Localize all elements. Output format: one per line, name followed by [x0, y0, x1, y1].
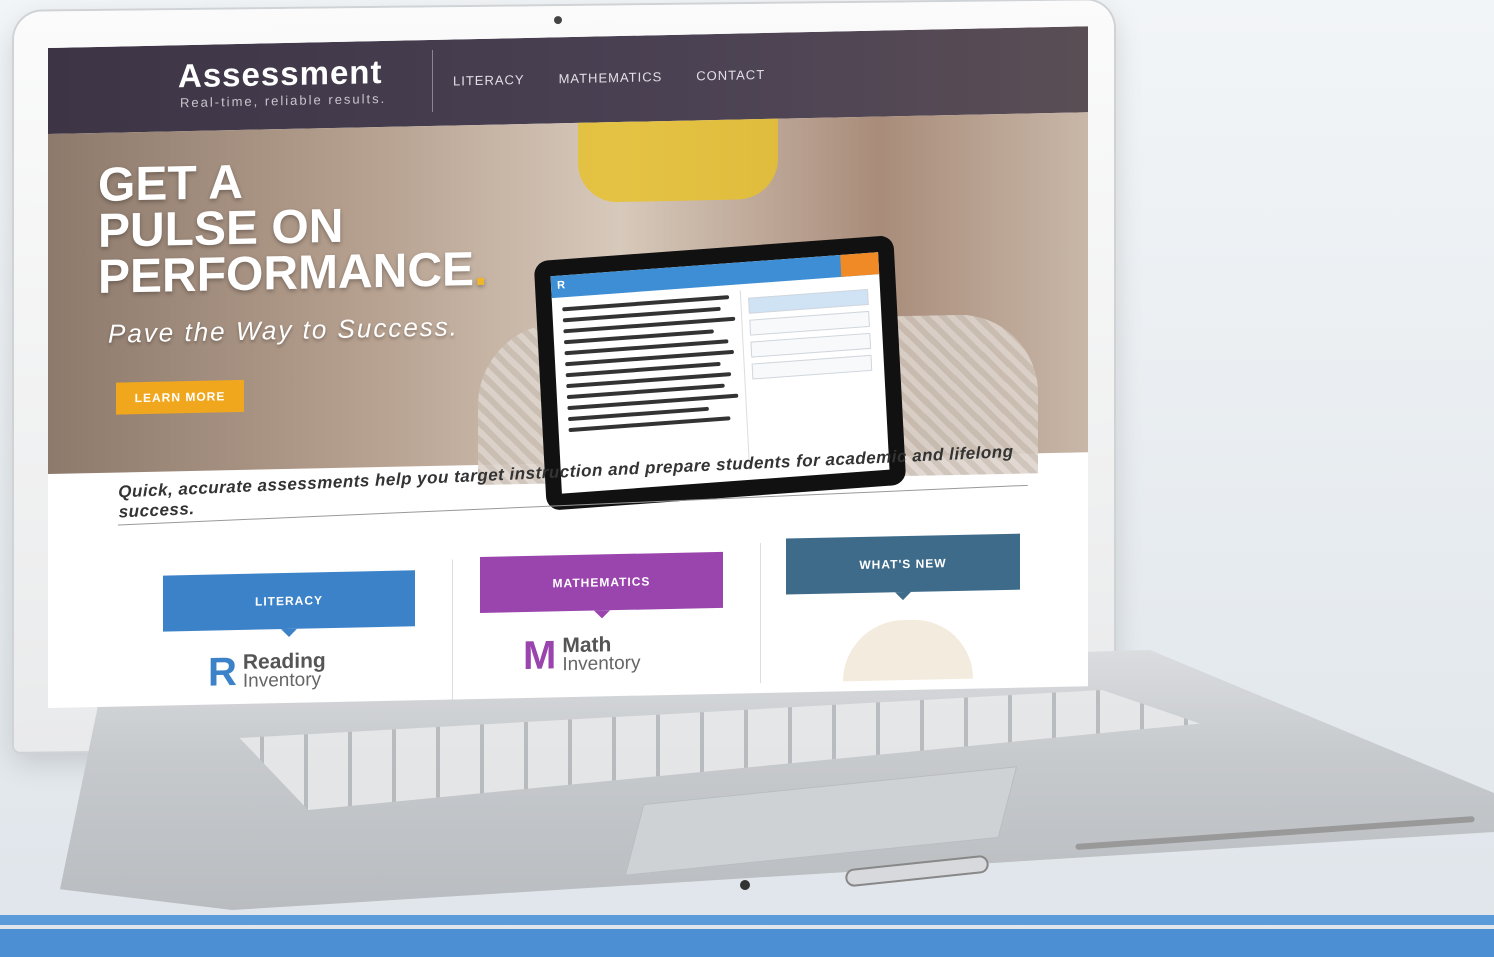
hero-headline-dot: .: [474, 242, 488, 297]
logo-tagline: Real-time, reliable results.: [180, 90, 387, 111]
nav-divider: [432, 49, 433, 112]
hero-banner: GET A PULSE ON PERFORMANCE. Pave the Way…: [48, 112, 1088, 511]
logo-title[interactable]: Assessment: [178, 53, 382, 95]
nav-mathematics[interactable]: MATHEMATICS: [559, 69, 663, 86]
hero-headline-line3-text: PERFORMANCE: [98, 243, 475, 304]
tablet-answer-options: [748, 283, 873, 386]
whats-new-card-button[interactable]: WHAT'S NEW: [786, 533, 1020, 595]
math-inventory-sub: Inventory: [562, 652, 641, 676]
laptop-screen: Assessment Real-time, reliable results. …: [48, 26, 1088, 709]
nav-literacy[interactable]: LITERACY: [453, 72, 525, 88]
math-inventory-logo[interactable]: M Math Inventory: [523, 633, 641, 679]
hero-photo-legs: [578, 118, 778, 203]
main-nav: LITERACY MATHEMATICS CONTACT: [453, 67, 765, 89]
mathematics-card-button[interactable]: MATHEMATICS: [480, 551, 723, 613]
column-divider: [452, 559, 453, 700]
tablet-option: [749, 310, 870, 336]
learn-more-button[interactable]: LEARN MORE: [116, 379, 244, 415]
whats-new-image: [843, 618, 973, 682]
reading-inventory-sub: Inventory: [242, 669, 322, 692]
camera-icon: [554, 16, 562, 25]
math-inventory-mark: M: [523, 633, 557, 679]
reading-inventory-mark: R: [208, 650, 237, 695]
reading-inventory-logo[interactable]: R Reading Inventory: [208, 649, 326, 695]
tablet-option: [748, 288, 869, 314]
tablet-next-button: [840, 252, 880, 277]
hero-headline-line3: PERFORMANCE.: [98, 243, 487, 304]
hero-headline: GET A PULSE ON PERFORMANCE.: [98, 155, 487, 304]
reading-inventory-icon: R: [556, 279, 566, 292]
nav-contact[interactable]: CONTACT: [696, 67, 765, 83]
column-divider: [760, 543, 761, 684]
power-light-icon: [740, 880, 750, 890]
tablet-passage: [562, 295, 745, 440]
bottom-accent-bar: [0, 915, 1494, 925]
tablet-option: [750, 332, 872, 358]
hero-subheadline: Pave the Way to Success.: [108, 311, 459, 349]
bottom-footer-bar: [0, 929, 1494, 957]
literacy-card-button[interactable]: LITERACY: [163, 570, 415, 632]
tablet-option: [751, 354, 873, 380]
